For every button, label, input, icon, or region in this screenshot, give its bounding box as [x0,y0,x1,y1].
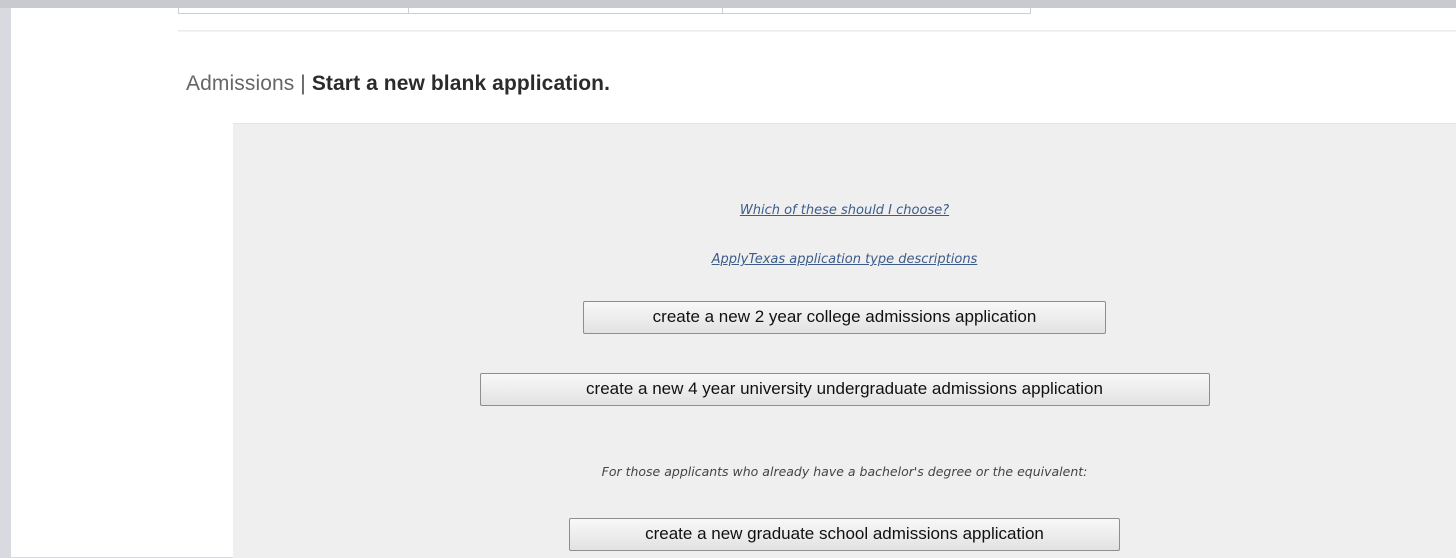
section-name: Admissions [186,72,295,95]
title-separator: | [294,72,312,95]
graduate-button-row: create a new graduate school admissions … [233,518,1456,551]
create-graduate-application-button[interactable]: create a new graduate school admissions … [569,518,1120,551]
create-two-year-application-button[interactable]: create a new 2 year college admissions a… [583,301,1106,334]
table-cell [179,8,409,13]
which-to-choose-link[interactable]: Which of these should I choose? [233,203,1456,218]
two-year-button-row: create a new 2 year college admissions a… [233,301,1456,334]
top-band [0,0,1456,8]
table-cell [409,8,723,13]
previous-table-row [178,8,1031,14]
table-cell [723,8,1030,13]
page-subtitle: Start a new blank application. [311,72,611,95]
graduate-applicants-note: For those applicants who already have a … [601,464,1088,479]
application-type-descriptions-link[interactable]: ApplyTexas application type descriptions [233,252,1456,267]
page-title: Admissions | Start a new blank applicati… [186,72,610,96]
page-content: Admissions | Start a new blank applicati… [11,8,1456,558]
application-options-panel: Which of these should I choose? ApplyTex… [233,123,1456,558]
section-divider [178,30,1456,32]
four-year-button-row: create a new 4 year university undergrad… [233,373,1456,406]
create-four-year-application-button[interactable]: create a new 4 year university undergrad… [479,373,1210,406]
